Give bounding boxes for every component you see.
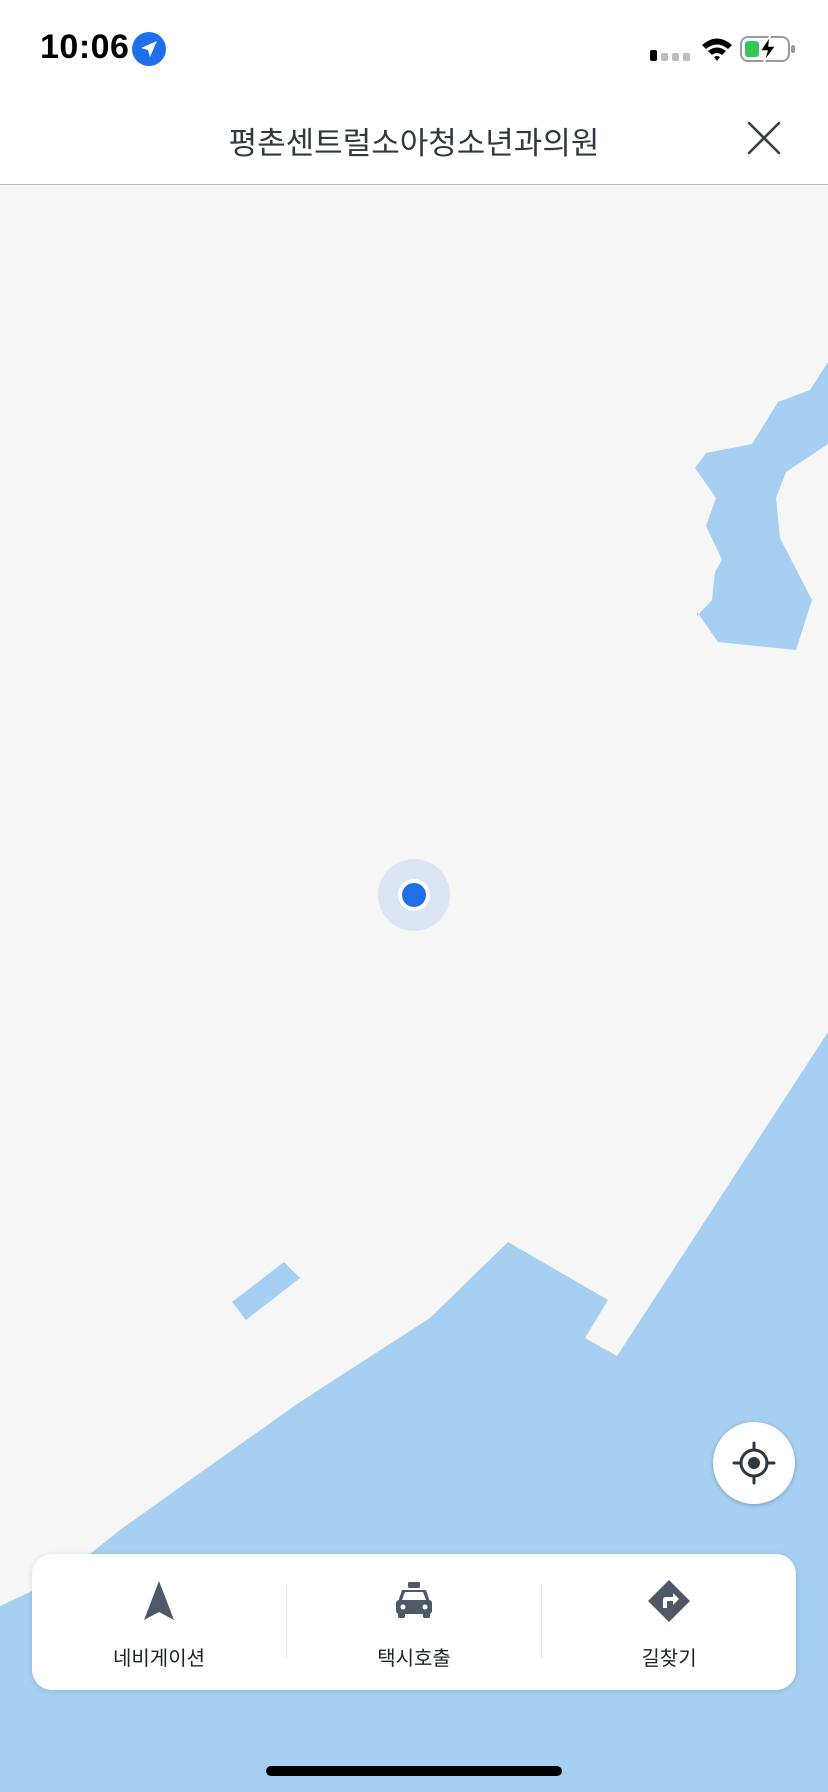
taxi-icon: [396, 1582, 432, 1618]
place-header: 평촌센트럴소아청소년과의원: [0, 96, 828, 185]
wifi-icon: [702, 38, 732, 61]
status-time: 10:06: [40, 28, 130, 66]
cellular-signal-icon: [650, 50, 690, 61]
battery-charging-icon: [740, 35, 795, 63]
status-bar: 10:06: [0, 0, 828, 96]
close-icon[interactable]: [746, 120, 782, 156]
map-canvas[interactable]: [0, 185, 828, 1792]
taxi-call-button[interactable]: 택시호출: [287, 1554, 541, 1690]
navigation-button[interactable]: 네비게이션: [32, 1554, 286, 1690]
navigation-arrow-icon: [144, 1581, 174, 1620]
directions-icon: [648, 1580, 690, 1622]
directions-label: 길찾기: [641, 1646, 697, 1670]
taxi-call-label: 택시호출: [377, 1646, 451, 1670]
navigation-label: 네비게이션: [113, 1646, 205, 1670]
map-view[interactable]: [0, 185, 828, 1792]
directions-button[interactable]: 길찾기: [542, 1554, 796, 1690]
page-title: 평촌센트럴소아청소년과의원: [228, 126, 600, 162]
action-bar: 네비게이션 택시호출 길찾기: [32, 1554, 796, 1690]
crosshair-icon: [732, 1441, 776, 1485]
my-location-button[interactable]: [713, 1422, 795, 1504]
location-arrow-icon: [132, 32, 166, 66]
user-location-dot-core: [402, 883, 426, 907]
home-indicator: [266, 1766, 562, 1776]
